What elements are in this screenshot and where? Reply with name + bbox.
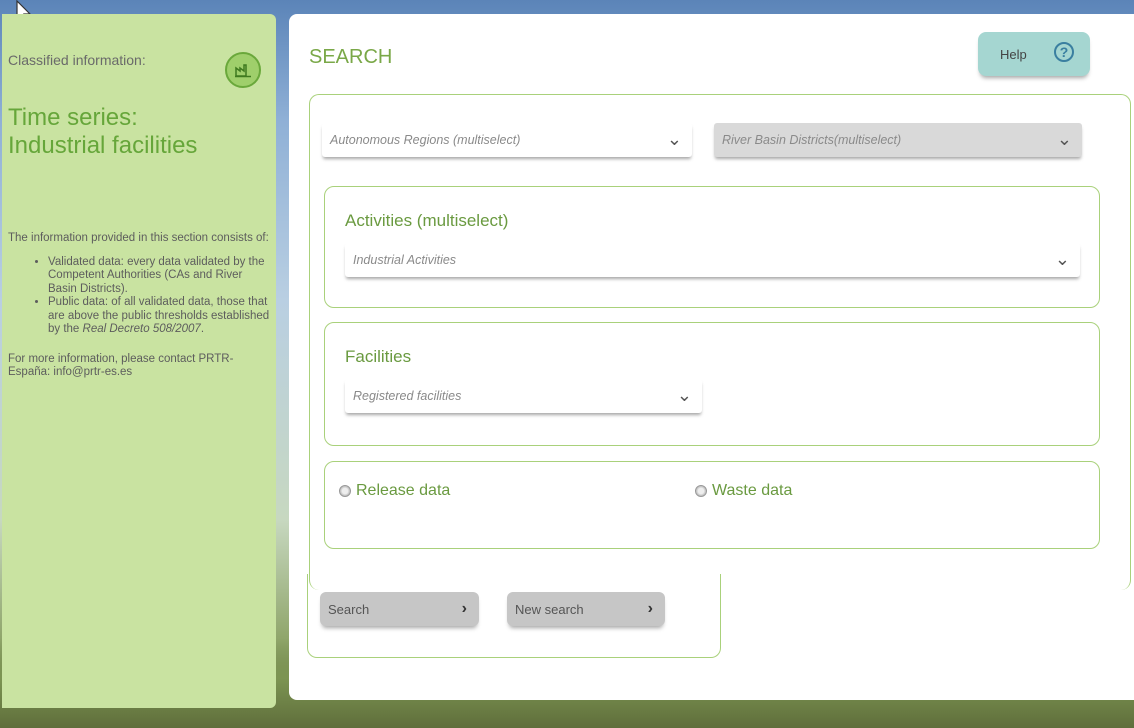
sidebar-intro: The information provided in this section…: [8, 232, 269, 244]
activities-section: Activities (multiselect) Industrial Acti…: [324, 186, 1100, 308]
autonomous-regions-select[interactable]: Autonomous Regions (multiselect) ⌄: [322, 123, 692, 157]
help-label: Help: [1000, 46, 1027, 62]
release-data-option[interactable]: Release data: [339, 482, 450, 500]
sidebar-title-line2: Industrial facilities: [8, 132, 198, 159]
new-search-button-label: New search: [515, 601, 584, 617]
regions-placeholder: Autonomous Regions (multiselect): [330, 133, 521, 147]
release-data-label: Release data: [356, 482, 451, 499]
chevron-down-icon: ⌄: [676, 385, 692, 405]
sidebar-title: Time series: Industrial facilities: [8, 104, 197, 160]
decree-reference: Real Decreto 508/2007: [82, 323, 201, 335]
facilities-title: Facilities: [345, 347, 412, 366]
industrial-activities-select[interactable]: Industrial Activities ⌄: [345, 243, 1080, 277]
new-search-button[interactable]: New search ›: [507, 592, 665, 626]
info-sidebar: Classified information: Time series: Ind…: [2, 14, 276, 708]
page-title: SEARCH: [309, 46, 393, 68]
basins-placeholder: River Basin Districts(multiselect): [722, 133, 902, 147]
search-button-label: Search: [328, 601, 370, 617]
river-basin-districts-select[interactable]: River Basin Districts(multiselect) ⌄: [714, 123, 1082, 157]
sidebar-bullets: Validated data: every data validated by …: [8, 256, 270, 337]
waste-data-label: Waste data: [712, 482, 793, 499]
data-type-section: Release data Waste data: [324, 461, 1100, 549]
sidebar-description: The information provided in this section…: [8, 232, 270, 380]
bullet-public-end: .: [200, 323, 205, 335]
bullet-public: Public data: of all validated data, thos…: [48, 296, 270, 337]
registered-facilities-select[interactable]: Registered facilities ⌄: [345, 379, 702, 413]
facilities-placeholder: Registered facilities: [353, 389, 462, 403]
waste-data-option[interactable]: Waste data: [695, 482, 792, 500]
factory-icon: [225, 52, 261, 88]
facilities-section: Facilities Registered facilities ⌄: [324, 322, 1100, 446]
chevron-right-icon: ›: [647, 600, 653, 617]
release-data-radio[interactable]: [339, 485, 351, 497]
search-button[interactable]: Search ›: [320, 592, 479, 626]
search-panel: SEARCH Help ? Autonomous Regions (multis…: [289, 14, 1134, 700]
waste-data-radio[interactable]: [695, 485, 707, 497]
chevron-down-icon: ⌄: [1054, 249, 1070, 269]
activities-title: Activities (multiselect): [345, 211, 509, 230]
chevron-down-icon: ⌄: [1056, 129, 1072, 149]
chevron-right-icon: ›: [461, 600, 467, 617]
bullet-validated: Validated data: every data validated by …: [48, 256, 270, 297]
classified-label: Classified information:: [8, 52, 146, 68]
contact-info: For more information, please contact PRT…: [8, 352, 234, 379]
activities-placeholder: Industrial Activities: [353, 253, 457, 267]
sidebar-title-line1: Time series:: [8, 104, 138, 131]
question-icon: ?: [1054, 42, 1074, 62]
help-button[interactable]: Help ?: [978, 32, 1090, 76]
chevron-down-icon: ⌄: [666, 129, 682, 149]
